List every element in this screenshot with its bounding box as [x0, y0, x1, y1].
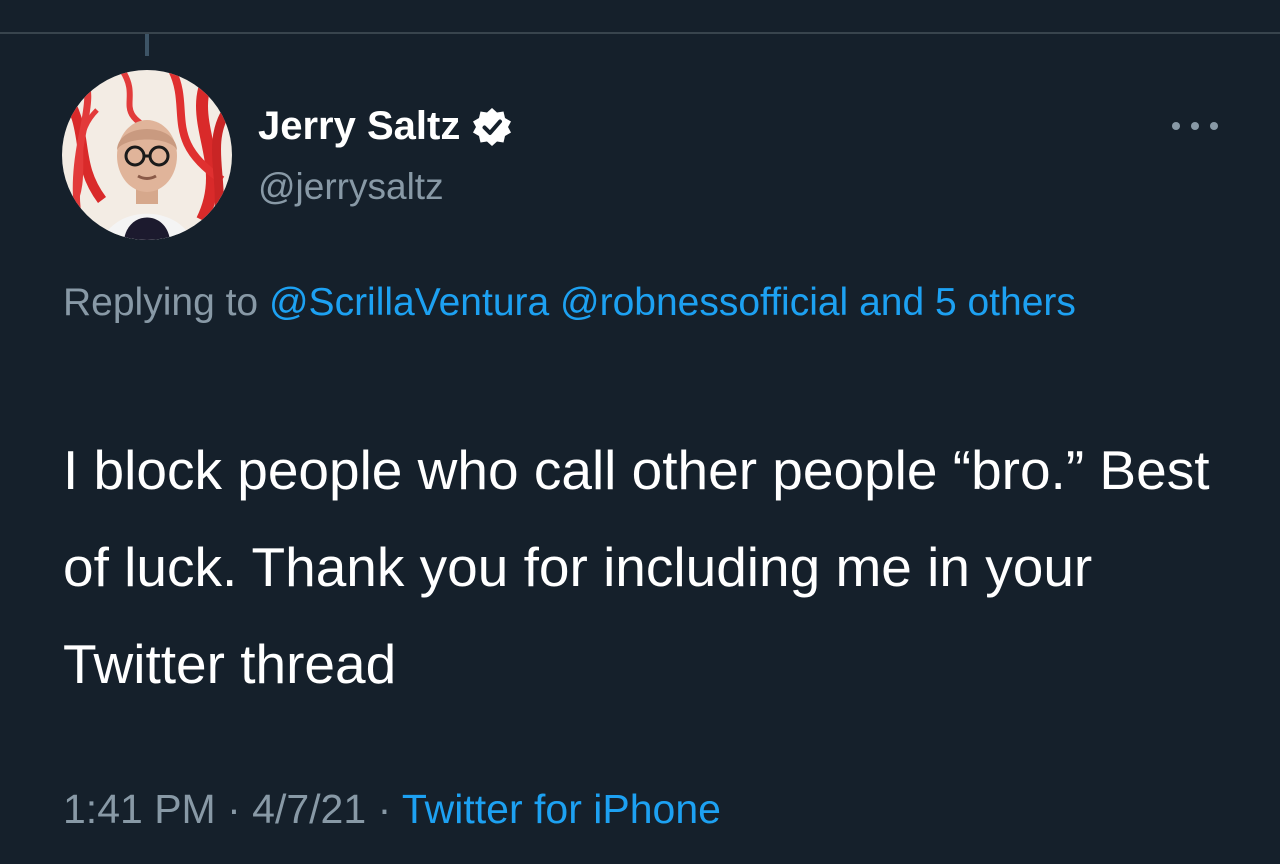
top-divider [0, 32, 1280, 34]
tweet-meta: 1:41 PM · 4/7/21 · Twitter for iPhone [63, 786, 721, 833]
verified-badge-icon [473, 107, 512, 146]
tweet-time[interactable]: 1:41 PM [63, 786, 216, 832]
display-name-text: Jerry Saltz [258, 104, 461, 148]
meta-separator: · [227, 786, 241, 832]
tweet-detail-screen: Jerry Saltz @jerrysaltz Replying to @Scr… [0, 0, 1280, 864]
others-link[interactable]: and 5 others [859, 281, 1076, 324]
tweet-text: I block people who call other people “br… [63, 439, 1210, 695]
tweet-date[interactable]: 4/7/21 [252, 786, 366, 832]
replying-to-line: Replying to @ScrillaVentura @robnessoffi… [63, 268, 1233, 338]
mention-link[interactable]: @ScrillaVentura [269, 281, 549, 324]
meta-separator: · [377, 786, 392, 832]
tweet-source-link[interactable]: Twitter for iPhone [402, 786, 721, 832]
avatar-photo-icon [62, 70, 232, 240]
more-horizontal-icon[interactable] [1170, 116, 1220, 136]
author-handle[interactable]: @jerrysaltz [258, 166, 444, 208]
thread-connector-line [145, 34, 149, 56]
avatar[interactable] [62, 70, 232, 240]
mention-link[interactable]: @robnessofficial [560, 281, 848, 324]
replying-to-label: Replying to [63, 281, 259, 324]
author-display-name[interactable]: Jerry Saltz [258, 104, 512, 149]
